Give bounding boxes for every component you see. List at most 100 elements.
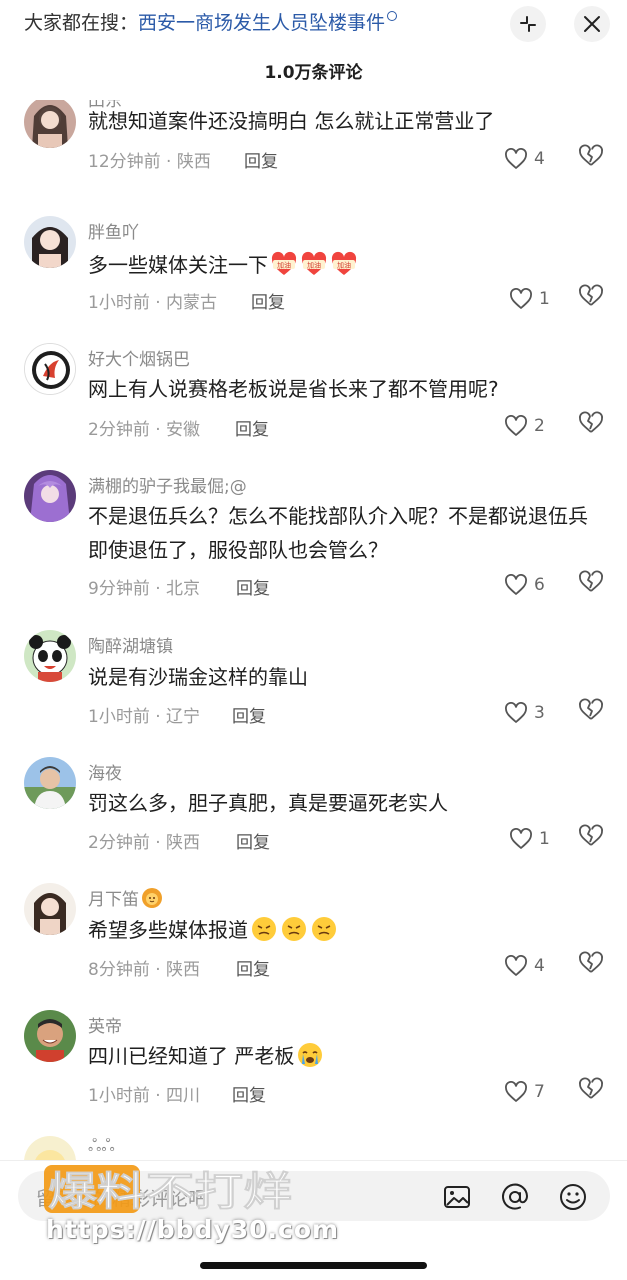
username[interactable]: ஃஃ [88, 1136, 115, 1158]
avatar[interactable] [24, 100, 76, 148]
username[interactable]: 月下笛 [88, 885, 163, 910]
comment-time: 12分钟前 [88, 152, 161, 172]
heart-icon [510, 828, 532, 849]
close-icon [584, 16, 600, 32]
dislike-button[interactable] [578, 698, 606, 726]
collapse-button[interactable] [510, 6, 546, 42]
emoji-icon[interactable] [558, 1182, 588, 1212]
username[interactable]: 英帝 [88, 1012, 122, 1037]
username[interactable]: 海夜 [88, 759, 122, 784]
heart-icon [510, 288, 532, 309]
username[interactable]: 好大个烟锅巴 [88, 345, 190, 370]
reply-button[interactable]: 回复 [236, 828, 270, 853]
like-count: 1 [539, 829, 550, 849]
reply-button[interactable]: 回复 [235, 415, 269, 440]
username[interactable]: 满棚的驴子我最倔;@ [88, 472, 247, 497]
dislike-button[interactable] [578, 284, 606, 312]
heart-icon [505, 574, 527, 595]
broken-heart-icon [579, 284, 603, 306]
dislike-button[interactable] [578, 144, 606, 172]
lion-badge-icon [142, 888, 162, 908]
avatar[interactable] [24, 883, 76, 935]
cheer-emoji-icon: 加油 [271, 251, 297, 275]
avatar[interactable] [24, 1010, 76, 1062]
comment-time: 1小时前 [88, 293, 150, 313]
username[interactable]: 陶醉湖塘镇 [88, 632, 173, 657]
image-icon[interactable] [442, 1182, 472, 1212]
comment-location: 安徽 [166, 420, 201, 440]
mention-icon[interactable] [500, 1182, 530, 1212]
like-button[interactable]: 4 [504, 951, 564, 981]
like-button[interactable]: 1 [509, 284, 569, 314]
watermark-logo-text: 爆料不打烊 [48, 1169, 292, 1215]
pout-emoji-icon [282, 917, 306, 941]
comment-meta: 12分钟前 · 陕西 [88, 152, 211, 172]
like-button[interactable]: 7 [504, 1077, 564, 1107]
comment-meta: 1小时前 · 四川 [88, 1086, 201, 1106]
cheer-emoji-label: 加油 [307, 261, 321, 270]
broken-heart-icon [579, 824, 603, 846]
trending-search-hint[interactable]: 大家都在搜：西安一商场发生人员坠楼事件 [24, 9, 398, 37]
like-count: 6 [534, 575, 545, 595]
reply-button[interactable]: 回复 [236, 955, 270, 980]
dislike-button[interactable] [578, 824, 606, 852]
username[interactable]: 胖鱼吖 [88, 218, 139, 243]
dislike-button[interactable] [578, 951, 606, 979]
broken-heart-icon [579, 144, 603, 166]
avatar[interactable] [24, 630, 76, 682]
like-button[interactable]: 6 [504, 570, 564, 600]
heart-icon [505, 702, 527, 723]
trending-search-topic[interactable]: 西安一商场发生人员坠楼事件 [138, 12, 385, 34]
like-count: 3 [534, 703, 545, 723]
avatar[interactable] [24, 470, 76, 522]
collapse-icon [520, 16, 536, 32]
like-button[interactable]: 1 [509, 824, 569, 854]
heart-icon [505, 955, 527, 976]
avatar[interactable] [24, 1136, 76, 1160]
reply-button[interactable]: 回复 [251, 288, 285, 313]
comment-text-line: 四川已经知道了 严老板 [88, 1039, 598, 1073]
close-button[interactable] [574, 6, 610, 42]
dislike-button[interactable] [578, 411, 606, 439]
comment-time: 1小时前 [88, 707, 150, 727]
comment-location: 陕西 [166, 960, 201, 980]
comment-time: 8分钟前 [88, 960, 150, 980]
crying-emoji-icon [298, 1043, 323, 1067]
comment-text: 网上有人说赛格老板说是省长来了都不管用呢? [88, 377, 499, 401]
comment-time: 2分钟前 [88, 833, 150, 853]
comment-meta: 2分钟前 · 陕西 [88, 833, 201, 853]
reply-button[interactable]: 回复 [236, 574, 270, 599]
comment-text: 就想知道案件还没搞明白 怎么就让正常营业了 [88, 109, 495, 133]
comment-meta: 2分钟前 · 安徽 [88, 420, 201, 440]
comment-count: 1.0万条评论 [264, 63, 363, 83]
like-count: 7 [534, 1082, 545, 1102]
comment-text-line: 希望多些媒体报道 [88, 913, 598, 947]
heart-icon [505, 148, 527, 169]
comment-list[interactable]: 田东 就想知道案件还没搞明白 怎么就让正常营业了 12分钟前 · 陕西 回复 4… [0, 100, 627, 1160]
cheer-emoji-icon: 加油 [331, 251, 357, 275]
comment-location: 北京 [166, 579, 201, 599]
comment-meta: 8分钟前 · 陕西 [88, 960, 201, 980]
reply-button[interactable]: 回复 [232, 1081, 266, 1106]
avatar[interactable] [24, 343, 76, 395]
like-button[interactable]: 2 [504, 411, 564, 441]
like-button[interactable]: 3 [504, 698, 564, 728]
reply-button[interactable]: 回复 [232, 702, 266, 727]
watermark-url: https://bbdy30.com [46, 1215, 340, 1244]
pout-emoji-icon [312, 917, 336, 941]
comment-time: 2分钟前 [88, 420, 150, 440]
avatar[interactable] [24, 757, 76, 809]
like-count: 4 [534, 956, 545, 976]
reply-button[interactable]: 回复 [244, 147, 278, 172]
heart-icon [505, 415, 527, 436]
comment-text: 罚这么多，胆子真肥，真是要逼死老实人 [88, 791, 448, 815]
heart-icon [505, 1081, 527, 1102]
like-button[interactable]: 4 [504, 144, 564, 174]
comment-location: 陕西 [166, 833, 201, 853]
dislike-button[interactable] [578, 570, 606, 598]
avatar[interactable] [24, 216, 76, 268]
comment-location: 辽宁 [166, 707, 201, 727]
comment-text-body: 多一些媒体关注一下 [88, 253, 268, 277]
comment-text-line: 多一些媒体关注一下 加油 加油 加油 [88, 248, 598, 282]
dislike-button[interactable] [578, 1077, 606, 1105]
